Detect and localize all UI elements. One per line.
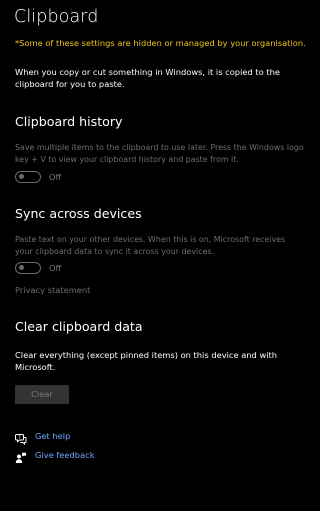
sync-toggle[interactable] (15, 262, 41, 274)
get-help-link[interactable]: ? Get help (15, 429, 71, 446)
clear-clipboard-data-heading: Clear clipboard data (15, 319, 143, 334)
toggle-knob (19, 265, 24, 270)
privacy-statement-link[interactable]: Privacy statement (15, 285, 90, 295)
clipboard-history-toggle[interactable] (15, 171, 41, 183)
clear-button[interactable]: Clear (15, 385, 69, 404)
managed-settings-warning: *Some of these settings are hidden or ma… (15, 38, 306, 48)
give-feedback-link[interactable]: Give feedback (15, 448, 95, 463)
sync-across-devices-heading: Sync across devices (15, 206, 142, 221)
clipboard-history-heading: Clipboard history (15, 114, 123, 129)
give-feedback-label: Give feedback (35, 450, 95, 460)
sync-description: Paste text on your other devices. When t… (15, 235, 286, 256)
get-help-label: Get help (35, 431, 71, 441)
chat-help-icon: ? (15, 430, 27, 446)
sync-toggle-state: Off (49, 263, 62, 273)
feedback-person-icon (15, 449, 27, 463)
clipboard-history-toggle-state: Off (49, 172, 62, 182)
clipboard-settings-page: Clipboard *Some of these settings are hi… (0, 0, 320, 511)
intro-text: When you copy or cut something in Window… (15, 67, 280, 89)
page-title: Clipboard (14, 7, 99, 27)
clear-description: Clear everything (except pinned items) o… (15, 350, 278, 372)
clipboard-history-description: Save multiple items to the clipboard to … (15, 143, 304, 164)
toggle-knob (19, 174, 24, 179)
